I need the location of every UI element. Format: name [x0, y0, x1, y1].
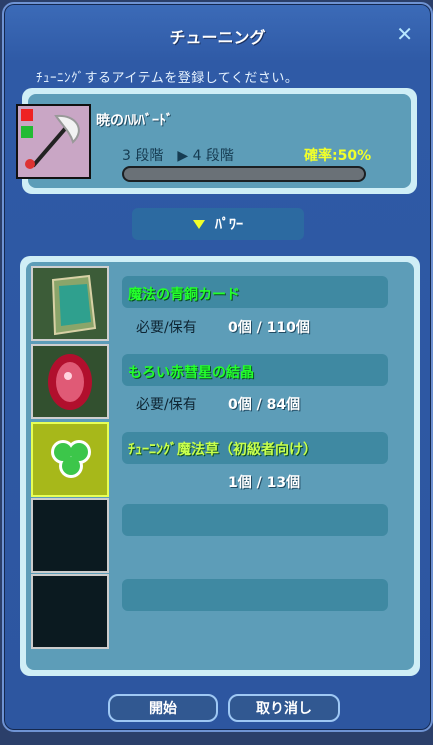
cancel-button[interactable]: 取り消し — [228, 694, 340, 722]
tuning-progress-bar — [122, 166, 366, 182]
close-icon[interactable]: ✕ — [396, 22, 413, 46]
tuning-window: チューニング ✕ ﾁｭｰﾆﾝｸﾞするアイテムを登録してください。 暁のﾊﾙﾊﾞｰ… — [2, 2, 433, 732]
start-button[interactable]: 開始 — [108, 694, 218, 722]
material-name-3: ﾁｭｰﾆﾝｸﾞ魔法草（初級者向け） — [128, 442, 317, 458]
material-slot-3[interactable] — [31, 422, 109, 497]
material-slot-5[interactable] — [31, 574, 109, 649]
triangle-down-icon — [193, 219, 205, 229]
clover-icon — [33, 424, 107, 495]
material-bar-4 — [122, 504, 388, 536]
power-dropdown-button[interactable]: ﾊﾟﾜｰ — [132, 208, 304, 240]
target-item-name: 暁のﾊﾙﾊﾞｰﾄﾞ — [96, 113, 173, 129]
material-slot-4[interactable] — [31, 498, 109, 573]
material-name-2: もろい赤彗星の結晶 — [128, 365, 254, 381]
material-count-1: 0個 / 110個 — [228, 320, 310, 336]
stage-text: 3 段階 ▶ 4 段階 — [122, 148, 234, 164]
material-count-2: 0個 / 84個 — [228, 397, 301, 413]
material-slot-2[interactable] — [31, 344, 109, 419]
success-rate: 確率:50% — [304, 148, 372, 164]
material-count-3: 1個 / 13個 — [228, 475, 301, 491]
bronze-card-icon — [33, 268, 107, 339]
material-slot-1[interactable] — [31, 266, 109, 341]
red-crystal-icon — [33, 346, 107, 417]
target-item-slot[interactable] — [16, 104, 91, 179]
axe-icon — [18, 106, 89, 177]
instruction-text: ﾁｭｰﾆﾝｸﾞするアイテムを登録してください。 — [36, 71, 299, 86]
material-name-1: 魔法の青銅カード — [128, 287, 240, 303]
material-bar-5 — [122, 579, 388, 611]
required-label-2: 必要/保有 — [136, 397, 197, 413]
window-title: チューニング — [169, 28, 266, 47]
required-label-1: 必要/保有 — [136, 320, 197, 336]
power-label: ﾊﾟﾜｰ — [215, 217, 243, 233]
